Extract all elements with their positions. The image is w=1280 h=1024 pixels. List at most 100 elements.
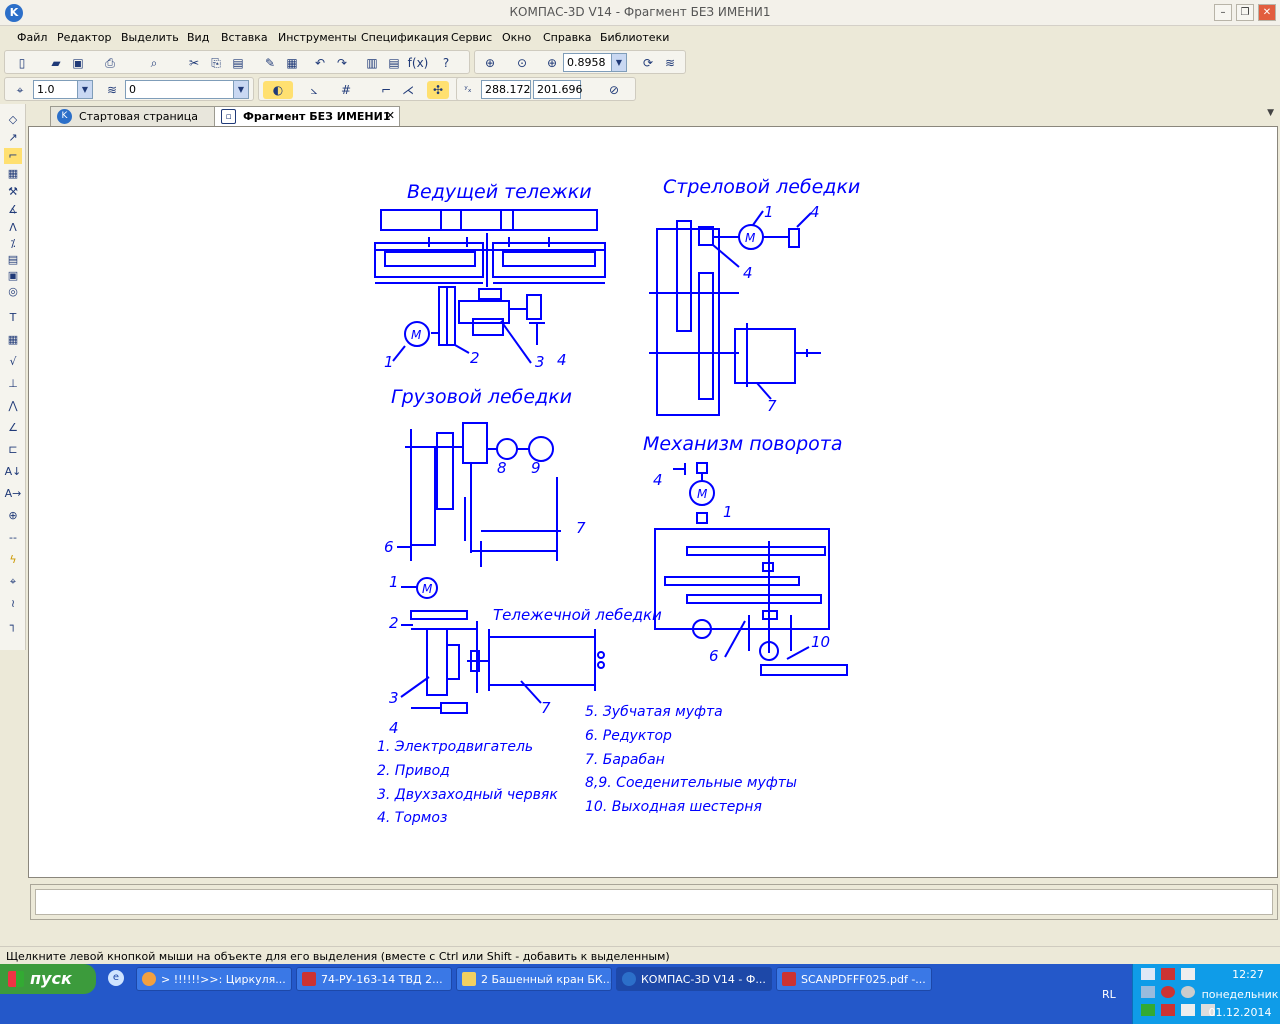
properties-icon[interactable]: ▦ — [283, 54, 301, 72]
minimize-button[interactable]: – — [1214, 4, 1232, 21]
layer-icon[interactable]: ≋ — [103, 81, 121, 99]
preview-icon[interactable]: ⌕ — [145, 54, 163, 72]
dimensions-icon[interactable]: ↗ — [4, 130, 22, 146]
param-icon[interactable]: ⚒ — [4, 184, 22, 200]
stop-icon[interactable]: ⊘ — [605, 81, 623, 99]
wavy-line-icon[interactable]: ≀ — [4, 596, 22, 612]
edit-icon[interactable]: ▦ — [4, 166, 22, 182]
task-button[interactable]: > !!!!!!>>: Циркуля... — [136, 967, 292, 991]
restore-button[interactable]: ❐ — [1236, 4, 1254, 21]
zoom-all-icon[interactable]: ⊙ — [513, 54, 531, 72]
snap-toggle-icon[interactable]: ✣ — [427, 81, 449, 99]
tray-app-icon[interactable] — [1161, 986, 1175, 998]
menu-insert[interactable]: Вставка — [221, 31, 268, 44]
symbols-icon[interactable]: ⌐ — [4, 148, 22, 164]
geometry-icon[interactable]: ◇ — [4, 112, 22, 128]
center-mark-icon[interactable]: ⌖ — [4, 574, 22, 590]
antivirus-icon[interactable] — [1161, 968, 1175, 980]
help-pointer-icon[interactable]: ? — [437, 54, 455, 72]
menu-help[interactable]: Справка — [543, 31, 591, 44]
print-icon[interactable]: ⎙ — [101, 54, 119, 72]
ortho-snap-icon[interactable]: ⋌ — [399, 81, 417, 99]
tabs-menu-icon[interactable]: ▼ — [1267, 108, 1274, 118]
start-button[interactable]: пуск — [0, 964, 96, 994]
copy-icon[interactable]: ⎘ — [207, 54, 225, 72]
tray-app-icon[interactable] — [1141, 1004, 1155, 1016]
clock-time[interactable]: 12:27 — [1219, 968, 1277, 981]
base-icon[interactable]: ⊥ — [4, 376, 22, 392]
tolerance-icon[interactable]: ⊏ — [4, 442, 22, 458]
cut-line-icon[interactable]: A↓ — [4, 464, 22, 480]
snap-point-icon[interactable]: ⌖ — [11, 81, 29, 99]
tab-fragment[interactable]: ▫ Фрагмент БЕЗ ИМЕНИ1 ✕ — [214, 106, 400, 126]
task-button[interactable]: 2 Башенный кран БК... — [456, 967, 612, 991]
menu-specification[interactable]: Спецификация — [361, 31, 448, 44]
paste-icon[interactable]: ▤ — [229, 54, 247, 72]
coord-x-field[interactable]: 288.172 — [481, 80, 531, 99]
tray-app-icon[interactable] — [1141, 986, 1155, 998]
close-tab-icon[interactable]: ✕ — [386, 109, 395, 122]
roughness-icon[interactable]: √ — [4, 354, 22, 370]
language-indicator[interactable]: RL — [1102, 988, 1116, 1001]
tray-app-icon[interactable] — [1181, 986, 1195, 998]
quicklaunch-ie-icon[interactable]: e — [108, 970, 124, 986]
task-button[interactable]: КОМПАС-3D V14 - Ф... — [616, 967, 772, 991]
format-brush-icon[interactable]: ✎ — [261, 54, 279, 72]
task-button[interactable]: 74-РУ-163-14 ТВД 2... — [296, 967, 452, 991]
variables-icon[interactable]: ▤ — [385, 54, 403, 72]
text-icon[interactable]: T — [4, 310, 22, 326]
axis-icon[interactable]: ‑‑ — [4, 530, 22, 546]
command-input[interactable] — [35, 889, 1273, 915]
position-icon[interactable]: ∠ — [4, 420, 22, 436]
menu-view[interactable]: Вид — [187, 31, 209, 44]
zoom-in-icon[interactable]: ⊕ — [543, 54, 561, 72]
tray-app-icon[interactable] — [1181, 968, 1195, 980]
menu-service[interactable]: Сервис — [451, 31, 492, 44]
zoom-combo[interactable]: 0.8958 ▼ — [563, 53, 627, 72]
menu-select[interactable]: Выделить — [121, 31, 179, 44]
lightning-icon[interactable]: ϟ — [4, 552, 22, 568]
grid-icon[interactable]: # — [337, 81, 355, 99]
manager-icon[interactable]: ▥ — [363, 54, 381, 72]
spec-icon[interactable]: ⁒ — [4, 236, 22, 252]
scale-combo[interactable]: 1.0 ▼ — [33, 80, 93, 99]
title-slewing-mechanism: Механизм поворота — [643, 433, 842, 455]
wave-icon[interactable]: ⊕ — [4, 508, 22, 524]
close-button[interactable]: ✕ — [1258, 4, 1276, 21]
menu-libraries[interactable]: Библиотеки — [600, 31, 669, 44]
layer-combo[interactable]: 0 ▼ — [125, 80, 249, 99]
coord-y-field[interactable]: 201.696 — [533, 80, 583, 99]
menu-window[interactable]: Окно — [502, 31, 531, 44]
leader-icon[interactable]: ⋀ — [4, 398, 22, 414]
new-document-icon[interactable]: ▯ — [13, 54, 31, 72]
insert-icon[interactable]: ▣ — [4, 268, 22, 284]
menu-file[interactable]: Файл — [17, 31, 47, 44]
ortho-icon[interactable]: ⌐ — [377, 81, 395, 99]
report-icon[interactable]: ▤ — [4, 252, 22, 268]
tab-start-page[interactable]: K Стартовая страница — [50, 106, 218, 126]
select-icon[interactable]: Ʌ — [4, 220, 22, 236]
menu-tools[interactable]: Инструменты — [278, 31, 357, 44]
drawing-canvas[interactable]: Ведущей тележки Стреловой лебедки Грузов… — [28, 126, 1278, 878]
task-button[interactable]: SCANPDFFF025.pdf -... — [776, 967, 932, 991]
magnet-icon[interactable]: ◐ — [263, 81, 293, 99]
undo-icon[interactable]: ↶ — [311, 54, 329, 72]
open-folder-icon[interactable]: ▰ — [47, 54, 65, 72]
view-arrow-icon[interactable]: A→ — [4, 486, 22, 502]
layers-icon[interactable]: ≋ — [661, 54, 679, 72]
fragment-icon[interactable]: ◎ — [4, 284, 22, 300]
refresh-icon[interactable]: ⟳ — [639, 54, 657, 72]
redo-icon[interactable]: ↷ — [333, 54, 351, 72]
menu-editor[interactable]: Редактор — [57, 31, 112, 44]
measure-icon[interactable]: ∡ — [4, 202, 22, 218]
network-icon[interactable] — [1141, 968, 1155, 980]
break-line-icon[interactable]: ┐ — [4, 618, 22, 634]
table-icon[interactable]: ▦ — [4, 332, 22, 348]
cut-icon[interactable]: ✂ — [185, 54, 203, 72]
local-cs-icon[interactable]: ⦣ — [305, 81, 323, 99]
fx-icon[interactable]: f(x) — [408, 54, 429, 72]
tray-app-icon[interactable] — [1161, 1004, 1175, 1016]
zoom-window-icon[interactable]: ⊕ — [481, 54, 499, 72]
save-icon[interactable]: ▣ — [69, 54, 87, 72]
speaker-icon[interactable] — [1181, 1004, 1195, 1016]
